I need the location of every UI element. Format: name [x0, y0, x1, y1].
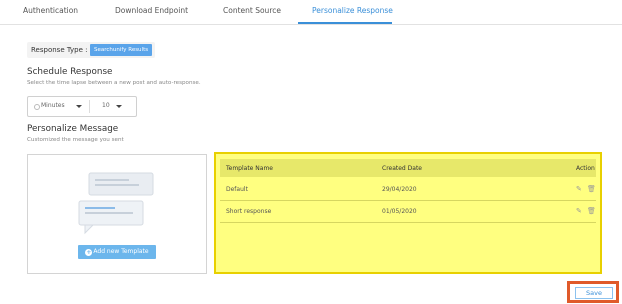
template-name: Short response: [226, 208, 272, 215]
save-highlight: Save: [567, 281, 619, 303]
tab-bar: Authentication Download Endpoint Content…: [0, 0, 622, 25]
chevron-down-icon[interactable]: [116, 105, 122, 108]
tab-personalize-response[interactable]: Personalize Response: [312, 6, 393, 15]
tab-authentication[interactable]: Authentication: [23, 6, 78, 15]
unit-select-value[interactable]: Minutes: [41, 102, 65, 109]
created-date: 29/04/2020: [382, 186, 417, 193]
empty-template-panel: + Add new Template: [27, 154, 207, 274]
table-header: Template Name Created Date Action: [220, 159, 596, 177]
plus-icon: +: [85, 249, 93, 256]
column-created-date: Created Date: [382, 165, 422, 172]
column-action: Action: [576, 165, 595, 172]
tab-download-endpoint[interactable]: Download Endpoint: [115, 6, 188, 15]
edit-icon[interactable]: ✎: [576, 207, 582, 215]
response-type-badge: Searchunify Results: [90, 44, 153, 56]
schedule-selector: Minutes 10: [27, 96, 137, 117]
delete-icon[interactable]: 🗑: [587, 185, 596, 193]
edit-icon[interactable]: ✎: [576, 185, 582, 193]
table-row: Default 29/04/2020 ✎ 🗑: [220, 179, 596, 201]
radio-icon[interactable]: [34, 104, 40, 110]
table-row: Short response 01/05/2020 ✎ 🗑: [220, 201, 596, 223]
templates-table: Template Name Created Date Action Defaul…: [214, 152, 602, 274]
personalize-title: Personalize Message: [27, 124, 119, 134]
active-tab-indicator: [298, 22, 392, 24]
value-select-value[interactable]: 10: [102, 102, 110, 109]
delete-icon[interactable]: 🗑: [587, 207, 596, 215]
response-type-label: Response Type :: [31, 46, 88, 54]
divider: [89, 100, 90, 113]
chevron-down-icon[interactable]: [76, 105, 82, 108]
template-name: Default: [226, 186, 248, 193]
add-template-button[interactable]: + Add new Template: [78, 245, 156, 259]
personalize-description: Customized the message you sent: [27, 137, 124, 143]
schedule-description: Select the time lapse between a new post…: [27, 80, 201, 86]
created-date: 01/05/2020: [382, 208, 417, 215]
schedule-title: Schedule Response: [27, 67, 113, 77]
chat-bubbles-icon: [78, 172, 154, 235]
tab-content-source[interactable]: Content Source: [223, 6, 281, 15]
save-button[interactable]: Save: [575, 287, 613, 299]
add-template-label: Add new Template: [93, 248, 149, 255]
column-template-name: Template Name: [226, 165, 273, 172]
